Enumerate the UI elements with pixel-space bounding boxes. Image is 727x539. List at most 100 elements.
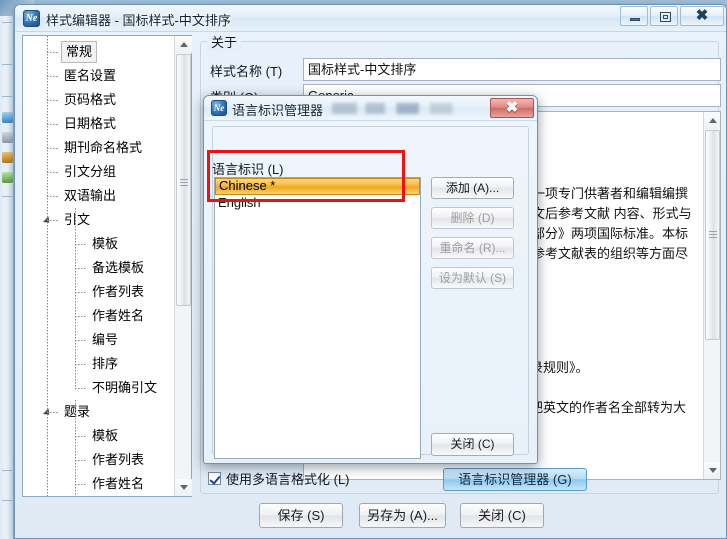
sidebar-item-label: 页码格式	[64, 92, 117, 107]
sidebar-item-label: 日期格式	[64, 116, 117, 131]
sidebar-item-label: 题录	[64, 404, 91, 419]
multilingual-format-checkbox-row[interactable]: 使用多语言格式化 (L)	[208, 469, 350, 488]
description-scroll-up-button[interactable]	[704, 112, 720, 129]
tree-guide-level2	[75, 208, 76, 388]
language-tag-manager-button[interactable]: 语言标识管理器 (G)	[443, 468, 587, 491]
window-title: 样式编辑器 - 国标样式-中文排序	[46, 13, 231, 28]
sidebar-item-9[interactable]: 备选模板	[23, 256, 174, 280]
desktop-left-strip	[0, 0, 14, 539]
tree-connector	[75, 244, 87, 245]
sidebar-item-label: 模板	[92, 236, 119, 251]
sidebar-item-label: 作者姓名	[92, 308, 145, 323]
sidebar-item-1[interactable]: 匿名设置	[23, 64, 174, 88]
multilingual-format-label: 使用多语言格式化 (L)	[226, 472, 350, 487]
tree-connector	[47, 52, 59, 53]
save-as-button[interactable]: 另存为 (A)...	[359, 503, 446, 528]
tree-connector	[47, 220, 59, 221]
sidebar-item-label: 备选模板	[92, 260, 145, 275]
minimize-button[interactable]	[620, 6, 648, 26]
sidebar-item-2[interactable]: 页码格式	[23, 88, 174, 112]
window-controls: ✖	[618, 6, 724, 26]
rename-language-button[interactable]: 重命名 (R)...	[431, 237, 514, 259]
sidebar-item-15[interactable]: 题录	[23, 400, 174, 424]
about-group-legend: 关于	[207, 32, 242, 51]
window-close-button[interactable]: ✖	[680, 6, 724, 26]
strip-icon-1	[2, 112, 13, 123]
tree-guide-level1	[47, 36, 48, 496]
tree-connector	[47, 196, 59, 197]
chevron-up-icon	[709, 118, 717, 123]
tree-connector	[75, 364, 87, 365]
chevron-up-icon	[180, 42, 188, 47]
window-titlebar[interactable]: Ne 样式编辑器 - 国标样式-中文排序 ✖	[15, 5, 726, 32]
settings-tree-panel: 常规 匿名设置 页码格式 日期格式 期刊命名格式 引文分组 双语输出 引文 模板 备选模板 作者列表…	[22, 35, 192, 497]
close-icon: ✖	[695, 8, 709, 24]
sidebar-item-label: 排序	[92, 356, 119, 371]
tree-connector	[47, 148, 59, 149]
strip-icon-2	[2, 132, 13, 143]
description-line: 参考文献表的组织等方面尽	[532, 246, 689, 261]
sidebar-item-16[interactable]: 模板	[23, 424, 174, 448]
dialog-close-action-button[interactable]: 关闭 (C)	[431, 433, 514, 456]
description-line: 一项专门供著者和编辑编撰	[532, 186, 689, 201]
sidebar-item-label: 不明确引文	[92, 380, 158, 395]
sidebar-item-13[interactable]: 排序	[23, 352, 174, 376]
chevron-down-icon	[709, 468, 717, 473]
language-list-label: 语言标识 (L)	[212, 162, 284, 177]
maximize-button[interactable]	[650, 6, 678, 26]
dialog-titlebar[interactable]: Ne 语言标识管理器 ✖	[204, 96, 537, 121]
sidebar-item-10[interactable]: 作者列表	[23, 280, 174, 304]
sidebar-item-17[interactable]: 作者列表	[23, 448, 174, 472]
sidebar-item-label: 引文分组	[64, 164, 117, 179]
add-language-button[interactable]: 添加 (A)...	[431, 177, 514, 199]
tree-scrollbar-thumb[interactable]	[176, 54, 191, 306]
sidebar-item-0[interactable]: 常规	[23, 40, 174, 64]
language-tag-manager-dialog: Ne 语言标识管理器 ✖ 语言标识 (L) Chinese * English …	[203, 95, 538, 464]
dialog-body: 语言标识 (L) Chinese * English 添加 (A)... 删除 …	[204, 121, 537, 463]
dialog-close-button[interactable]: ✖	[490, 98, 534, 118]
description-line: 把英文的作者名全部转为大	[530, 400, 687, 415]
sidebar-item-3[interactable]: 日期格式	[23, 112, 174, 136]
sidebar-item-14[interactable]: 不明确引文	[23, 376, 174, 400]
sidebar-item-8[interactable]: 模板	[23, 232, 174, 256]
sidebar-item-label: 模板	[92, 428, 119, 443]
description-scrollbar-thumb[interactable]	[705, 130, 720, 340]
settings-tree: 常规 匿名设置 页码格式 日期格式 期刊命名格式 引文分组 双语输出 引文 模板 备选模板 作者列表…	[23, 36, 174, 496]
sidebar-item-18[interactable]: 作者姓名	[23, 472, 174, 496]
window-footer: 保存 (S) 另存为 (A)... 关闭 (C)	[15, 494, 726, 538]
sidebar-item-label: 编号	[92, 332, 119, 347]
sidebar-item-4[interactable]: 期刊命名格式	[23, 136, 174, 160]
maximize-icon	[660, 12, 671, 22]
set-default-language-button[interactable]: 设为默认 (S)	[431, 267, 514, 289]
delete-language-button[interactable]: 删除 (D)	[431, 207, 514, 229]
sidebar-item-6[interactable]: 双语输出	[23, 184, 174, 208]
sidebar-item-5[interactable]: 引文分组	[23, 160, 174, 184]
language-list[interactable]: Chinese * English	[214, 177, 421, 459]
dialog-app-icon: Ne	[211, 100, 227, 116]
sidebar-item-11[interactable]: 作者姓名	[23, 304, 174, 328]
tree-guide-level2	[75, 400, 76, 496]
description-scroll-down-button[interactable]	[704, 462, 720, 479]
tree-connector	[75, 460, 87, 461]
multilingual-format-checkbox[interactable]	[208, 472, 221, 485]
sidebar-item-label: 期刊命名格式	[64, 140, 143, 155]
description-scrollbar[interactable]	[703, 112, 720, 479]
style-name-input[interactable]: 国标样式-中文排序	[303, 58, 721, 81]
tree-connector	[47, 100, 59, 101]
save-button[interactable]: 保存 (S)	[259, 503, 343, 528]
settings-tree-scroll: 常规 匿名设置 页码格式 日期格式 期刊命名格式 引文分组 双语输出 引文 模板 备选模板 作者列表…	[23, 36, 174, 496]
tree-scrollbar[interactable]	[174, 36, 192, 496]
tree-connector	[47, 76, 59, 77]
sidebar-item-label: 作者列表	[92, 284, 145, 299]
screen-root: Ne 样式编辑器 - 国标样式-中文排序 ✖ 常规匿名设置页码格式日期格式期刊命…	[0, 0, 727, 539]
list-item[interactable]: English	[215, 195, 420, 212]
list-item[interactable]: Chinese *	[215, 178, 420, 195]
sidebar-item-12[interactable]: 编号	[23, 328, 174, 352]
description-line: 文后参考文献 内容、形式与	[532, 206, 692, 221]
tree-scroll-up-button[interactable]	[175, 36, 192, 53]
sidebar-item-label: 匿名设置	[64, 68, 117, 83]
sidebar-item-7[interactable]: 引文	[23, 208, 174, 232]
style-name-label: 样式名称 (T)	[210, 64, 283, 79]
footer-close-button[interactable]: 关闭 (C)	[460, 503, 544, 528]
tree-connector	[47, 124, 59, 125]
